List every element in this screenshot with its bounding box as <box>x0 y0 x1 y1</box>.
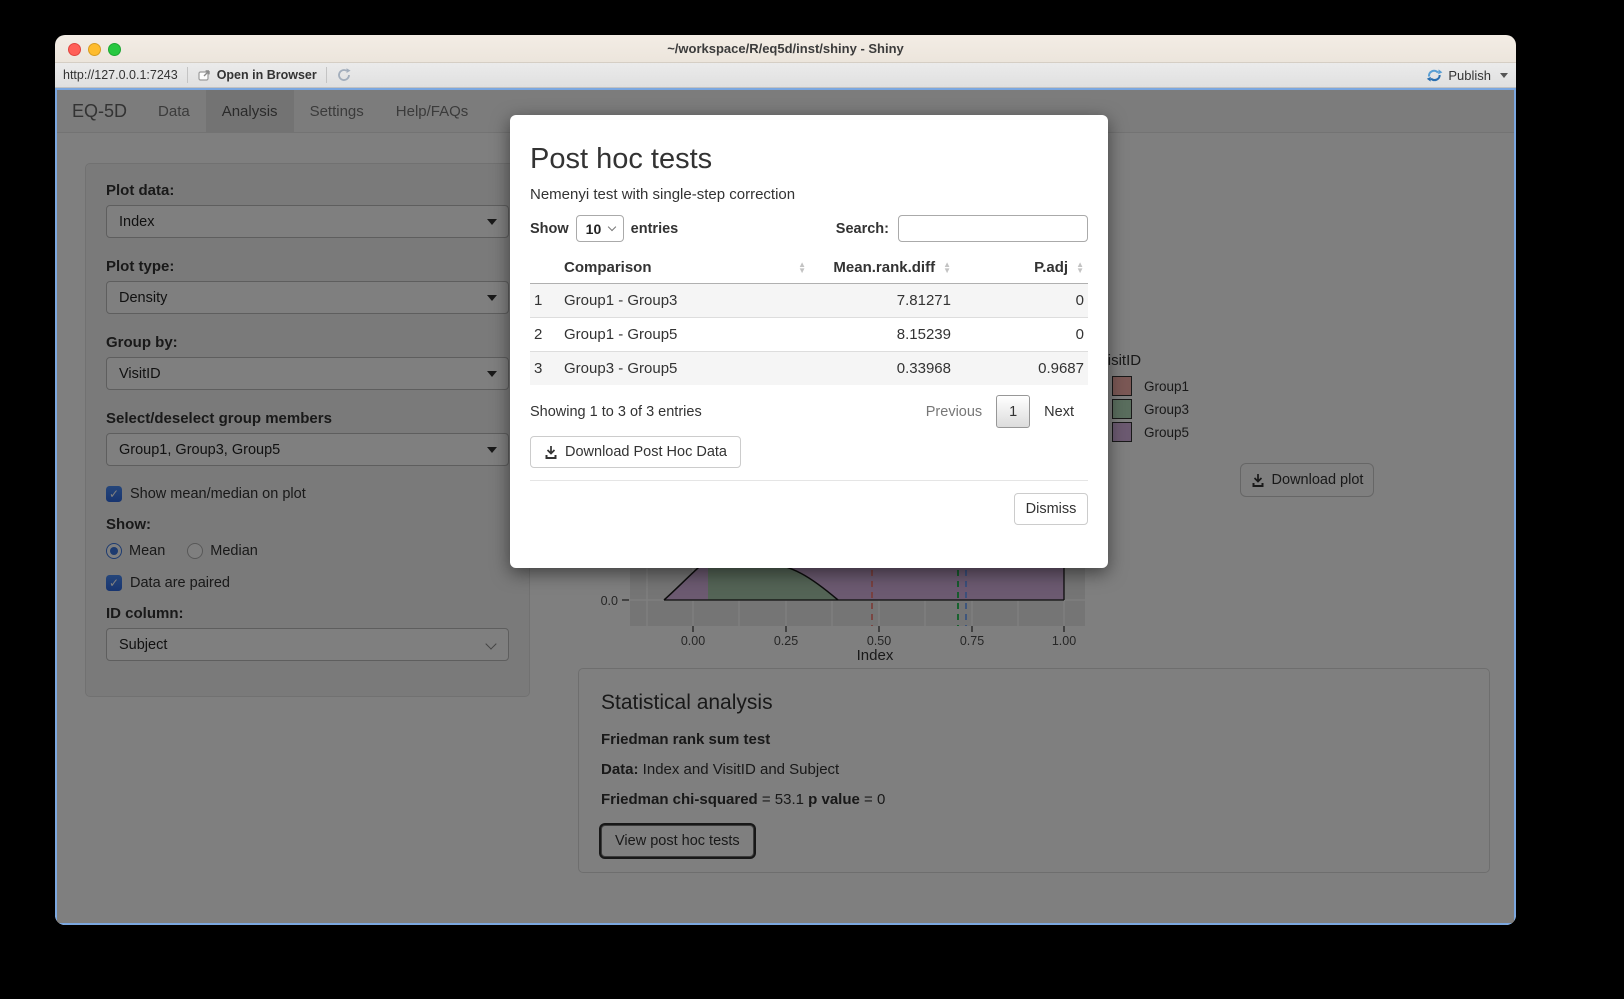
toolbar-divider <box>326 67 327 83</box>
table-header-row: Comparison ▲▼ Mean.rank.diff ▲▼ P.adj ▲▼ <box>530 252 1088 284</box>
previous-page-button[interactable]: Previous <box>912 397 996 427</box>
modal-footer: Dismiss <box>530 480 1088 525</box>
cell-mrd: 8.15239 <box>810 318 955 352</box>
toolbar-divider <box>187 67 188 83</box>
cell-comparison: Group1 - Group5 <box>560 318 810 352</box>
open-in-browser-label: Open in Browser <box>217 68 317 82</box>
show-label: Show <box>530 221 569 237</box>
titlebar: ~/workspace/R/eq5d/inst/shiny - Shiny <box>55 35 1516 63</box>
post-hoc-modal: Post hoc tests Nemenyi test with single-… <box>510 115 1108 568</box>
publish-icon <box>1426 68 1443 83</box>
search-control: Search: <box>836 215 1088 242</box>
header-mean-rank-diff[interactable]: Mean.rank.diff ▲▼ <box>810 252 955 284</box>
dismiss-button[interactable]: Dismiss <box>1014 493 1088 525</box>
cell-padj: 0 <box>955 284 1088 318</box>
browser-toolbar: http://127.0.0.1:7243 Open in Browser Pu… <box>55 63 1516 88</box>
entries-control: Show 10 entries <box>530 215 678 242</box>
header-comparison[interactable]: Comparison ▲▼ <box>560 252 810 284</box>
minimize-window-button[interactable] <box>88 43 101 56</box>
sort-icon: ▲▼ <box>943 262 951 274</box>
modal-subtitle: Nemenyi test with single-step correction <box>530 186 1088 203</box>
zoom-window-button[interactable] <box>108 43 121 56</box>
cell-padj: 0 <box>955 318 1088 352</box>
modal-title: Post hoc tests <box>530 143 1088 176</box>
table-row[interactable]: 3 Group3 - Group5 0.33968 0.9687 <box>530 352 1088 386</box>
open-in-browser-icon <box>197 69 212 82</box>
open-in-browser-button[interactable]: Open in Browser <box>197 68 317 82</box>
cell-rownum: 1 <box>530 284 560 318</box>
publish-button[interactable]: Publish <box>1426 68 1508 83</box>
cell-rownum: 2 <box>530 318 560 352</box>
entries-value: 10 <box>586 221 602 237</box>
entries-select[interactable]: 10 <box>576 215 624 242</box>
header-mrd-label: Mean.rank.diff <box>833 259 935 276</box>
publish-label: Publish <box>1448 68 1491 83</box>
download-post-hoc-label: Download Post Hoc Data <box>565 444 727 460</box>
publish-caret-icon <box>1500 73 1508 78</box>
entries-label: entries <box>631 221 679 237</box>
sort-icon: ▲▼ <box>1076 262 1084 274</box>
download-icon <box>544 445 558 460</box>
table-row[interactable]: 1 Group1 - Group3 7.81271 0 <box>530 284 1088 318</box>
cell-mrd: 7.81271 <box>810 284 955 318</box>
dismiss-label: Dismiss <box>1026 501 1077 517</box>
header-comparison-label: Comparison <box>564 259 652 276</box>
reload-icon[interactable] <box>336 67 352 83</box>
search-input[interactable] <box>898 215 1088 242</box>
macos-window: ~/workspace/R/eq5d/inst/shiny - Shiny ht… <box>55 35 1516 925</box>
cell-rownum: 3 <box>530 352 560 386</box>
post-hoc-table: Comparison ▲▼ Mean.rank.diff ▲▼ P.adj ▲▼ 1 … <box>530 252 1088 385</box>
pagination: Previous 1 Next <box>912 395 1088 428</box>
close-window-button[interactable] <box>68 43 81 56</box>
next-page-button[interactable]: Next <box>1030 397 1088 427</box>
search-label: Search: <box>836 221 889 237</box>
cell-comparison: Group1 - Group3 <box>560 284 810 318</box>
header-rownum[interactable] <box>530 252 560 284</box>
sort-icon: ▲▼ <box>798 262 806 274</box>
shiny-app-webview: EQ-5D Data Analysis Settings Help/FAQs P… <box>55 88 1516 925</box>
chevron-down-icon <box>607 223 615 231</box>
header-padj[interactable]: P.adj ▲▼ <box>955 252 1088 284</box>
datatable-controls: Show 10 entries Search: <box>530 215 1088 242</box>
table-row[interactable]: 2 Group1 - Group5 8.15239 0 <box>530 318 1088 352</box>
datatable-footer: Showing 1 to 3 of 3 entries Previous 1 N… <box>530 395 1088 428</box>
current-page-button[interactable]: 1 <box>996 395 1030 428</box>
download-post-hoc-data-button[interactable]: Download Post Hoc Data <box>530 436 741 468</box>
table-info: Showing 1 to 3 of 3 entries <box>530 404 702 420</box>
window-title: ~/workspace/R/eq5d/inst/shiny - Shiny <box>55 35 1516 62</box>
cell-padj: 0.9687 <box>955 352 1088 386</box>
cell-comparison: Group3 - Group5 <box>560 352 810 386</box>
cell-mrd: 0.33968 <box>810 352 955 386</box>
header-padj-label: P.adj <box>1034 259 1068 276</box>
url-text: http://127.0.0.1:7243 <box>63 68 178 82</box>
